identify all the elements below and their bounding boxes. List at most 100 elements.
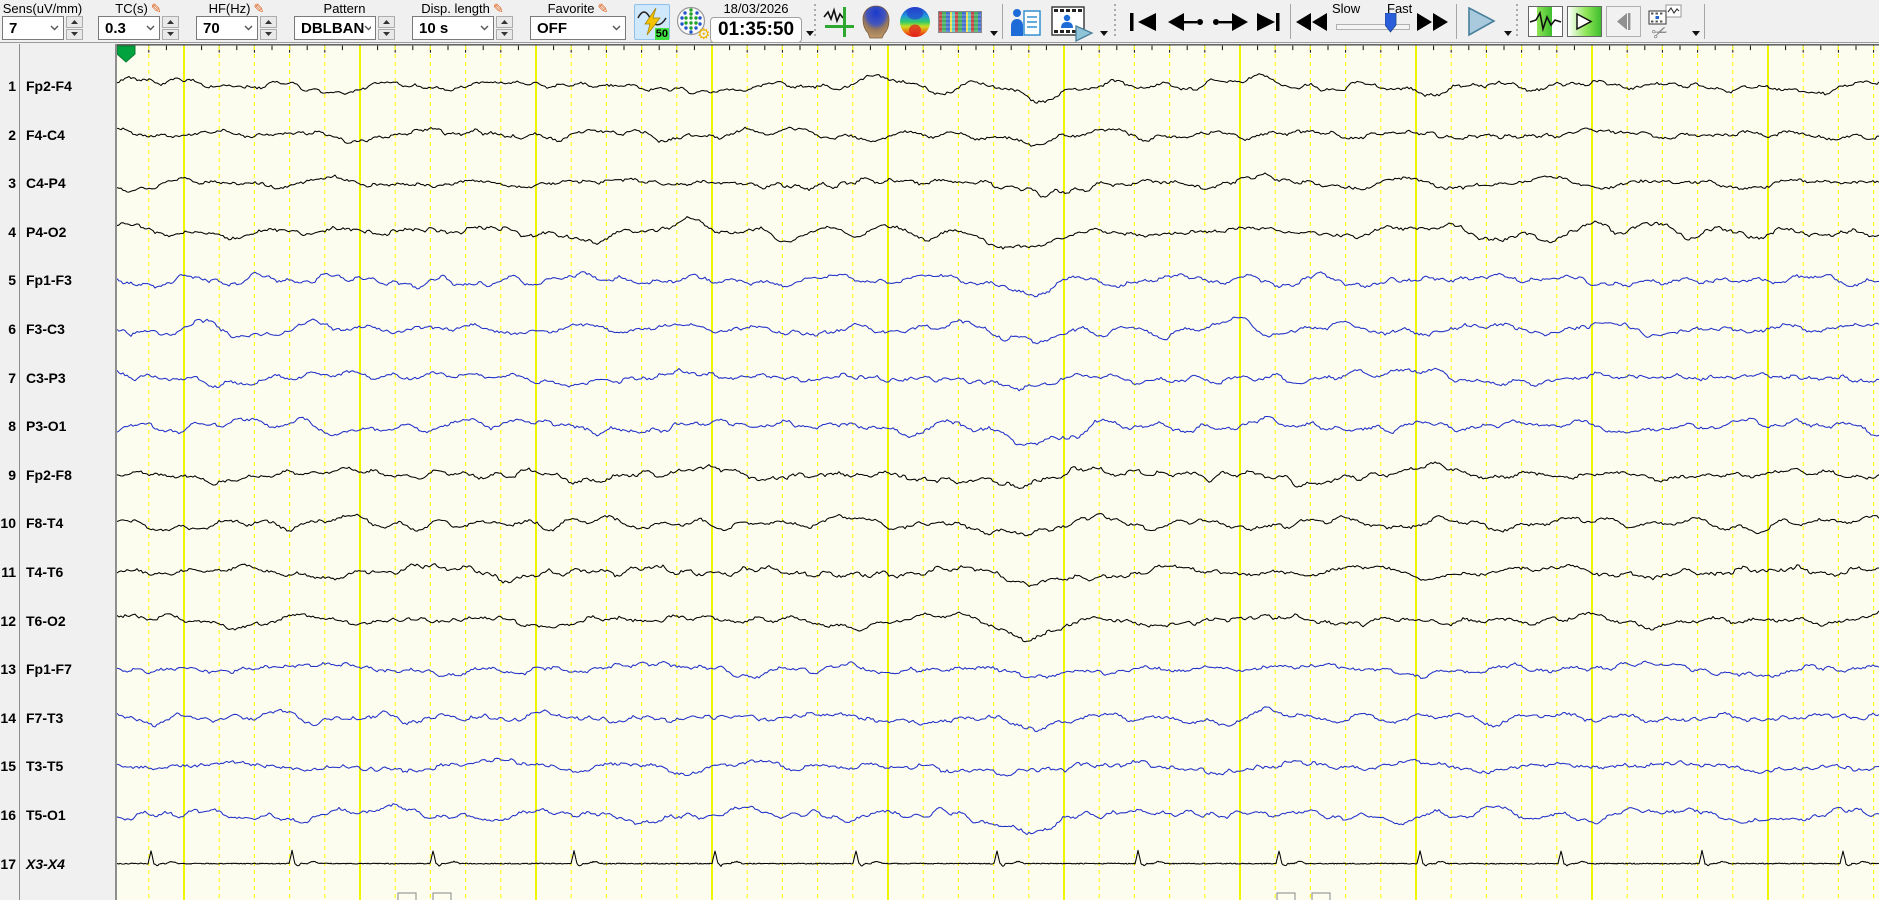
spinner-down-button[interactable] [260,28,277,40]
channel-label-X3-X4[interactable]: X3-X4 [26,855,65,873]
field-label: TC(s) [115,0,148,16]
head-3d-map-button[interactable] [860,4,892,40]
separator [1516,4,1518,39]
notch-filter-50hz-button[interactable]: 50 [634,4,670,40]
step-back-icon [1168,13,1203,31]
spinner-down-button[interactable] [162,28,179,40]
speed-slider-track[interactable] [1336,24,1410,30]
field-sens-uv-mm-: Sens(uV/mm) 7 [2,1,83,40]
channel-label-panel: 1 Fp2-F4 2 F4-C4 3 C4-P4 4 P4-O2 5 Fp1-F3 6 F3-C3 7 C… [0,44,117,900]
channel-number: 6 [8,321,16,337]
dropdown-value: 70 [203,19,220,37]
field-label: Favorite [547,0,595,16]
event-marker-box[interactable] [1276,892,1296,900]
channel-number: 13 [0,661,16,678]
analysis-back-button[interactable] [1606,6,1641,37]
page-back-button[interactable] [1168,13,1204,31]
dropdown-favorite[interactable]: OFF [530,16,626,40]
chevron-down-icon [480,25,489,31]
channel-label-Fp2-F4[interactable]: Fp2-F4 [26,77,72,95]
dropdown-disp-length[interactable]: 10 s [412,16,494,40]
channel-label-P4-O2[interactable]: P4-O2 [26,223,66,241]
topographic-map-button[interactable] [898,5,932,39]
edit-pencil-icon[interactable]: ✎ [151,2,162,15]
separator [1290,4,1291,39]
event-marker-box[interactable] [432,892,452,900]
channel-label-T5-O1[interactable]: T5-O1 [26,806,66,824]
channel-label-C4-P4[interactable]: C4-P4 [26,174,66,192]
trace-on-green-icon [1529,7,1562,36]
edit-pencil-icon[interactable]: ✎ [598,2,609,15]
spectrogram-button[interactable] [938,11,982,33]
toolbar: Sens(uV/mm) 7 TC(s) ✎ 0.3 HF(Hz) ✎ 70 Pattern DBL… [0,0,1879,46]
spinner-up-button[interactable] [162,16,179,28]
video-film-icon [1051,6,1094,43]
dropdown-value: DBLBAN [301,19,365,37]
event-marker-box[interactable] [1311,892,1331,900]
fast-forward-icon [1417,13,1448,31]
go-to-end-button[interactable] [1256,13,1283,31]
dropdown-value: 0.3 [105,19,126,37]
edit-pencil-icon[interactable]: ✎ [493,2,504,15]
channel-label-F4-C4[interactable]: F4-C4 [26,126,65,144]
dropdown-tc-s-[interactable]: 0.3 [98,16,160,40]
field-label: HF(Hz) [208,0,251,16]
channel-label-T4-T6[interactable]: T4-T6 [26,563,63,581]
event-marker-box[interactable] [397,892,417,900]
channel-label-F3-C3[interactable]: F3-C3 [26,320,65,338]
time-dropdown-arrow[interactable] [806,31,814,37]
trace-T4-T6 [117,563,1879,588]
spinner-up-button[interactable] [378,16,395,28]
spinner-down-button[interactable] [66,28,83,40]
chevron-down-icon [612,25,621,31]
spinner-up-button[interactable] [496,16,513,28]
rewind-button[interactable] [1296,13,1327,31]
play-button[interactable] [1466,6,1498,37]
eeg-canvas[interactable] [117,44,1879,900]
video-clip-button[interactable]: ✂ [1646,3,1688,46]
trace-mode-button[interactable] [822,5,856,39]
page-forward-button[interactable] [1212,13,1248,31]
clip-dropdown-arrow[interactable] [1692,31,1700,37]
channel-number: 1 [8,78,16,94]
rewind-icon [1296,13,1327,31]
dropdown-hf-hz-[interactable]: 70 [196,16,258,40]
spinner-down-button[interactable] [378,28,395,40]
go-to-start-button[interactable] [1130,13,1157,31]
chevron-down-icon [50,25,59,31]
notch-frequency-badge: 50 [654,28,669,40]
analysis-play-button[interactable] [1567,6,1602,37]
maps-dropdown-arrow[interactable] [990,31,998,37]
spinner [496,16,513,40]
position-marker[interactable] [117,45,136,63]
video-dropdown-arrow[interactable] [1100,31,1108,37]
channel-label-T6-O2[interactable]: T6-O2 [26,612,66,630]
channel-label-Fp1-F7[interactable]: Fp1-F7 [26,660,72,678]
video-button[interactable] [1050,4,1094,43]
dropdown-sens-uv-mm-[interactable]: 7 [2,16,64,40]
trace-T3-T5 [117,757,1879,777]
fast-forward-button[interactable] [1417,13,1448,31]
channel-label-F8-T4[interactable]: F8-T4 [26,514,63,532]
eeg-trace-view[interactable] [117,44,1879,900]
spinner-down-button[interactable] [496,28,513,40]
montage-settings-button[interactable]: ⚙ [674,4,710,43]
play-dropdown-arrow[interactable] [1504,31,1512,37]
field-favorite: Favorite ✎ OFF [530,1,626,40]
field-hf-hz-: HF(Hz) ✎ 70 [196,1,277,40]
spinner-up-button[interactable] [66,16,83,28]
channel-label-Fp2-F8[interactable]: Fp2-F8 [26,466,72,484]
channel-label-T3-T5[interactable]: T3-T5 [26,757,63,775]
spinner-up-button[interactable] [260,16,277,28]
patient-list-icon [1011,9,1041,36]
channel-label-P3-O1[interactable]: P3-O1 [26,417,66,435]
channel-label-Fp1-F3[interactable]: Fp1-F3 [26,271,72,289]
analysis-trace-button[interactable] [1528,6,1563,37]
dropdown-pattern[interactable]: DBLBAN [294,16,376,40]
speed-slider-handle[interactable] [1384,12,1397,33]
channel-label-C3-P3[interactable]: C3-P3 [26,369,66,387]
edit-pencil-icon[interactable]: ✎ [253,2,264,15]
time-display[interactable]: 01:35:50 [710,17,802,43]
channel-label-F7-T3[interactable]: F7-T3 [26,709,63,727]
patient-info-button[interactable] [1010,6,1042,38]
